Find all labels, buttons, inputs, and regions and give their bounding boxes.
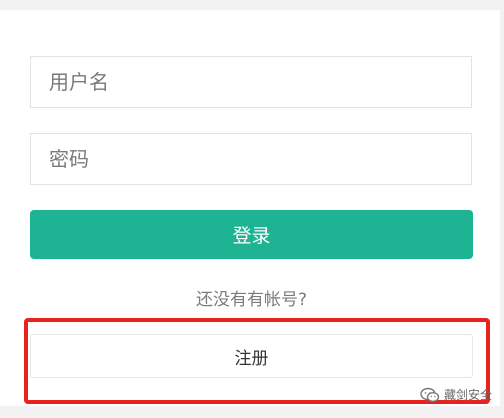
watermark: 藏剑安全	[420, 386, 492, 403]
bottom-background-strip	[0, 406, 504, 418]
username-input[interactable]	[30, 56, 472, 108]
top-background-strip	[0, 0, 504, 10]
password-input[interactable]	[30, 133, 472, 185]
watermark-text: 藏剑安全	[443, 388, 492, 402]
login-button[interactable]: 登录	[30, 210, 473, 259]
no-account-prompt: 还没有有帐号?	[195, 290, 308, 310]
register-button[interactable]: 注册	[30, 334, 473, 378]
wechat-icon	[420, 387, 440, 403]
